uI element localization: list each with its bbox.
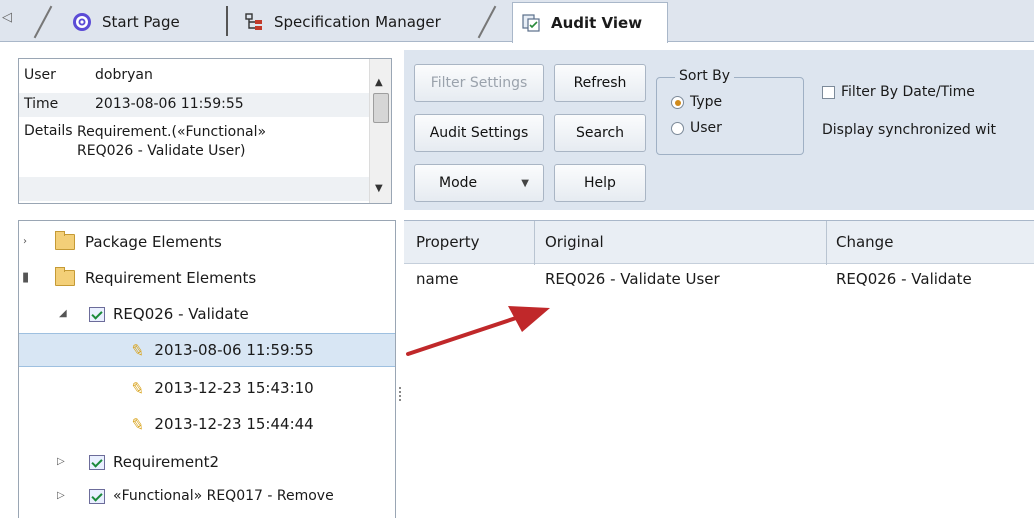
search-button[interactable]: Search xyxy=(554,114,646,152)
mode-dropdown-button[interactable]: Mode ▼ xyxy=(414,164,544,202)
folder-icon xyxy=(55,231,75,250)
requirement-icon xyxy=(89,488,105,504)
tree-node-label: Requirement Elements xyxy=(85,269,257,287)
audit-tree: › Package Elements ▮ Requirement Element… xyxy=(18,220,396,518)
details-row-time: Time 2013-08-06 11:59:55 xyxy=(19,93,371,117)
column-header-property[interactable]: Property xyxy=(416,233,479,251)
sort-user-radio[interactable]: User xyxy=(671,120,722,136)
expand-arrow-icon[interactable]: ▷ xyxy=(57,490,65,501)
requirement-icon xyxy=(89,306,105,322)
tab-start-page[interactable]: Start Page xyxy=(72,2,180,42)
panel-splitter-handle[interactable] xyxy=(398,385,402,405)
details-value: REQ026 - Validate User) xyxy=(77,143,246,159)
details-row-details: Details Requirement.(«Functional» REQ026… xyxy=(19,123,371,161)
column-divider[interactable] xyxy=(826,221,827,265)
tree-node-audit-entry[interactable]: ✎ 2013-12-23 15:44:44 xyxy=(19,407,314,441)
column-header-change[interactable]: Change xyxy=(836,233,893,251)
display-synchronized-label: Display synchronized wit xyxy=(822,122,996,138)
tab-divider xyxy=(226,6,228,36)
audit-change-grid: Property Original Change name REQ026 - V… xyxy=(404,220,1034,518)
radio-selected-icon xyxy=(671,95,684,109)
cell-property: name xyxy=(416,270,459,288)
button-label: Mode xyxy=(439,175,478,191)
collapse-arrow-icon[interactable]: ◢ xyxy=(59,308,67,319)
button-label: Refresh xyxy=(573,75,627,91)
tab-divider xyxy=(33,5,53,39)
checkbox-icon xyxy=(822,85,835,99)
expand-arrow-icon[interactable]: ▷ xyxy=(57,456,65,467)
document-tab-bar: ◁ Start Page Specification Manager Audit… xyxy=(0,0,1034,43)
refresh-button[interactable]: Refresh xyxy=(554,64,646,102)
sort-by-group: Sort By Type User xyxy=(656,68,804,155)
tree-node-label: 2013-12-23 15:43:10 xyxy=(154,379,314,397)
details-scrollbar[interactable]: ▲ ▼ xyxy=(369,59,391,203)
cell-original: REQ026 - Validate User xyxy=(545,270,720,288)
details-value: Requirement.(«Functional» xyxy=(77,124,267,140)
column-divider[interactable] xyxy=(534,221,535,265)
help-button[interactable]: Help xyxy=(554,164,646,202)
audit-details-panel: User dobryan Time 2013-08-06 11:59:55 De… xyxy=(18,58,392,204)
filter-by-date-checkbox[interactable]: Filter By Date/Time xyxy=(822,84,975,100)
radio-label: User xyxy=(690,120,722,136)
scrollbar-thumb[interactable] xyxy=(373,93,389,123)
sort-by-label: Sort By xyxy=(675,68,735,84)
tree-node-audit-entry[interactable]: ✎ 2013-12-23 15:43:10 xyxy=(19,371,314,405)
pencil-icon: ✎ xyxy=(129,413,146,435)
radio-unselected-icon xyxy=(671,121,684,135)
details-key: Time xyxy=(24,96,59,112)
details-row-user: User dobryan xyxy=(19,67,371,83)
tree-node-audit-entry[interactable]: ✎ 2013-08-06 11:59:55 xyxy=(19,333,395,367)
audit-toolbar: Filter Settings Refresh Audit Settings S… xyxy=(404,50,1034,210)
tree-node-requirement2[interactable]: ▷ Requirement2 xyxy=(19,445,219,479)
tree-node-req017[interactable]: ▷ «Functional» REQ017 - Remove xyxy=(19,479,334,513)
chevron-down-icon: ▼ xyxy=(521,177,529,189)
details-value: 2013-08-06 11:59:55 xyxy=(95,96,244,112)
button-label: Filter Settings xyxy=(430,75,528,91)
cell-change: REQ026 - Validate xyxy=(836,270,972,288)
tree-node-label: «Functional» REQ017 - Remove xyxy=(113,488,334,504)
specification-manager-icon xyxy=(245,13,262,30)
radio-label: Type xyxy=(690,94,723,110)
tree-node-label: 2013-12-23 15:44:44 xyxy=(154,415,314,433)
checkbox-label: Filter By Date/Time xyxy=(841,84,975,100)
pencil-icon: ✎ xyxy=(129,339,146,361)
details-key: User xyxy=(24,67,56,83)
folder-icon xyxy=(55,267,75,286)
tree-node-label: REQ026 - Validate xyxy=(113,305,249,323)
button-label: Help xyxy=(584,175,616,191)
audit-view-icon xyxy=(522,14,540,32)
tab-scroll-left-icon[interactable]: ◁ xyxy=(2,10,12,25)
filter-settings-button[interactable]: Filter Settings xyxy=(414,64,544,102)
details-key: Details xyxy=(24,123,73,139)
grid-header: Property Original Change xyxy=(404,220,1034,265)
tab-audit-view[interactable]: Audit View xyxy=(512,2,668,43)
scroll-down-icon[interactable]: ▼ xyxy=(375,183,383,194)
tab-label: Specification Manager xyxy=(274,13,441,31)
tree-node-label: 2013-08-06 11:59:55 xyxy=(154,341,314,359)
tab-label: Audit View xyxy=(551,14,643,32)
requirement-icon xyxy=(89,454,105,470)
button-label: Audit Settings xyxy=(429,125,529,141)
tree-node-requirement-elements[interactable]: ▮ Requirement Elements xyxy=(19,261,256,295)
button-label: Search xyxy=(575,125,625,141)
pencil-icon: ✎ xyxy=(129,377,146,399)
expand-icon[interactable]: › xyxy=(23,236,27,247)
audit-settings-button[interactable]: Audit Settings xyxy=(414,114,544,152)
start-page-icon xyxy=(73,13,91,31)
details-row-empty xyxy=(19,177,371,201)
tab-label: Start Page xyxy=(102,13,180,31)
tree-node-label: Requirement2 xyxy=(113,453,220,471)
tab-specification-manager[interactable]: Specification Manager xyxy=(244,2,441,42)
tree-node-label: Package Elements xyxy=(85,233,222,251)
scroll-up-icon[interactable]: ▲ xyxy=(375,77,383,88)
tab-divider xyxy=(477,5,497,39)
details-value: dobryan xyxy=(95,67,153,83)
tree-node-req026[interactable]: ◢ REQ026 - Validate xyxy=(19,297,249,331)
column-header-original[interactable]: Original xyxy=(545,233,604,251)
annotation-arrow-icon xyxy=(406,306,550,356)
sort-type-radio[interactable]: Type xyxy=(671,94,722,110)
tree-node-package-elements[interactable]: › Package Elements xyxy=(19,225,222,259)
collapse-icon[interactable]: ▮ xyxy=(22,270,29,285)
